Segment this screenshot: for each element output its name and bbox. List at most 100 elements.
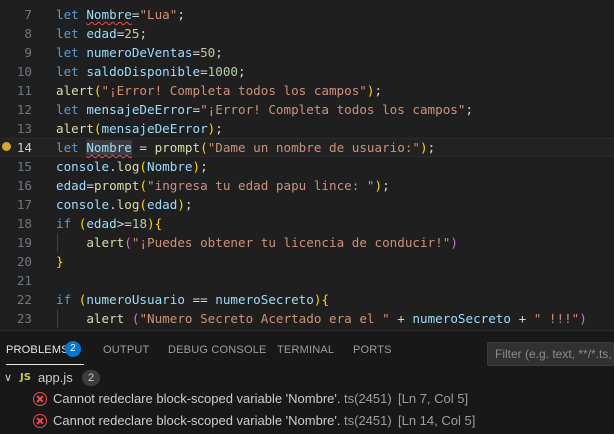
code-token: numeroSecreto — [412, 311, 511, 326]
tab-output[interactable]: OUTPUT — [103, 341, 149, 359]
problem-source: ts(2451) — [344, 391, 392, 406]
code-token: ( — [139, 197, 148, 212]
code-token: = — [86, 178, 94, 193]
code-token: } — [56, 254, 64, 269]
problems-count-badge: 2 — [65, 341, 81, 357]
code-token: let — [56, 64, 87, 79]
tab-debug-console[interactable]: DEBUG CONSOLE — [168, 341, 267, 359]
code-text: if (edad>=18){ — [56, 214, 162, 233]
code-line[interactable]: 13 alert(mensajeDeError); — [0, 119, 614, 138]
line-number: 21 — [16, 273, 32, 288]
code-token: . — [109, 197, 117, 212]
code-token: let — [56, 140, 87, 155]
code-token: console — [56, 197, 110, 212]
code-token: "Dame un nombre de usuario:" — [207, 140, 420, 155]
code-token: 1000 — [207, 64, 239, 79]
code-token: "ingresa tu edad papu lince: " — [147, 178, 375, 193]
code-line[interactable]: 10 let saldoDisponible=1000; — [0, 62, 614, 81]
code-line[interactable]: 12 let mensajeDeError="¡Error! Completa t… — [0, 100, 614, 119]
code-text: let edad=25; — [56, 24, 147, 43]
code-text: let mensajeDeError="¡Error! Completa tod… — [56, 100, 473, 119]
bottom-panel: PROBLEMS 2 OUTPUT DEBUG CONSOLE TERMINAL… — [0, 330, 614, 434]
problem-message: Cannot redeclare block-scoped variable '… — [53, 413, 341, 428]
code-text: } — [56, 252, 64, 271]
code-token: ; — [200, 159, 208, 174]
panel-tabs: PROBLEMS 2 OUTPUT DEBUG CONSOLE TERMINAL… — [0, 331, 614, 367]
code-token: console — [56, 159, 110, 174]
problem-item[interactable]: Cannot redeclare block-scoped variable '… — [0, 388, 614, 410]
code-token: edad — [147, 197, 178, 212]
code-line[interactable]: 16 edad=prompt("ingresa tu edad papu linc… — [0, 176, 614, 195]
line-number: 11 — [16, 83, 32, 98]
code-text: console.log(edad); — [56, 195, 193, 214]
code-text: console.log(Nombre); — [56, 157, 208, 176]
code-token: >= — [116, 216, 132, 231]
code-token: 18 — [131, 216, 148, 231]
error-icon — [33, 392, 47, 406]
code-token: 25 — [124, 26, 140, 41]
code-token: saldoDisponible — [86, 64, 201, 79]
code-token: ) — [420, 140, 428, 155]
code-token: ( — [200, 140, 208, 155]
file-problem-count: 2 — [82, 370, 100, 386]
code-token: = — [200, 64, 208, 79]
code-token: "Numero Secreto Acertado era el " — [139, 311, 390, 326]
tab-problems[interactable]: PROBLEMS 2 — [6, 341, 81, 359]
code-token: 50 — [200, 45, 216, 60]
code-text: edad=prompt("ingresa tu edad papu lince:… — [56, 176, 390, 195]
tab-ports[interactable]: PORTS — [353, 341, 392, 359]
code-token: ( — [139, 159, 148, 174]
code-line[interactable]: 14 let Nombre = prompt("Dame un nombre de… — [0, 138, 614, 157]
code-line[interactable]: 15 console.log(Nombre); — [0, 157, 614, 176]
code-line[interactable]: 23 alert ("Numero Secreto Acertado era e… — [0, 309, 614, 328]
code-line[interactable]: 9 let numeroDeVentas=50; — [0, 43, 614, 62]
code-token: ( — [139, 178, 148, 193]
code-token: numeroSecreto — [215, 292, 314, 307]
problems-filter-input[interactable]: Filter (e.g. text, **/*.ts, !**/node_mod… — [487, 342, 614, 366]
problem-item[interactable]: Cannot redeclare block-scoped variable '… — [0, 410, 614, 432]
problems-file-group[interactable]: ∨ JS app.js 2 — [0, 367, 614, 389]
line-number: 10 — [16, 64, 32, 79]
code-line[interactable]: 17 console.log(edad); — [0, 195, 614, 214]
code-token: Nombre — [86, 7, 132, 22]
code-token: ; — [215, 121, 223, 136]
code-text: alert("¡Error! Completa todos los campos… — [56, 81, 382, 100]
code-token: "¡Puedes obtener tu licencia de conducir… — [131, 235, 451, 250]
line-number: 23 — [16, 311, 32, 326]
code-line[interactable]: 20} — [0, 252, 614, 271]
active-tab-indicator — [6, 364, 84, 365]
code-line[interactable]: 19 alert("¡Puedes obtener tu licencia de… — [0, 233, 614, 252]
line-number: 15 — [16, 159, 32, 174]
code-token: ) — [147, 216, 155, 231]
code-text: if (numeroUsuario == numeroSecreto){ — [56, 290, 329, 309]
code-line[interactable]: 21 — [0, 271, 614, 290]
code-token: ( — [124, 235, 132, 250]
code-token: "¡Error! Completa todos los campos" — [200, 102, 466, 117]
code-token: alert — [56, 121, 94, 136]
code-line[interactable]: 22 if (numeroUsuario == numeroSecreto){ — [0, 290, 614, 309]
code-token: ; — [177, 7, 185, 22]
code-line[interactable]: 18 if (edad>=18){ — [0, 214, 614, 233]
code-editor[interactable]: 7 let Nombre="Lua"; 8 let edad=25; 9 let nume… — [0, 0, 614, 330]
tab-terminal[interactable]: TERMINAL — [277, 341, 334, 359]
code-token: ; — [427, 140, 436, 155]
code-token: { — [321, 292, 330, 307]
line-number: 14 — [16, 140, 32, 155]
code-line[interactable]: 11 alert("¡Error! Completa todos los camp… — [0, 81, 614, 100]
code-token: Nombre — [86, 140, 132, 155]
code-token: "¡Error! Completa todos los campos" — [101, 83, 367, 98]
javascript-file-icon: JS — [20, 372, 31, 383]
code-token: ; — [184, 197, 193, 212]
code-token: alert — [56, 83, 94, 98]
code-token: " !!!" — [533, 311, 580, 326]
code-token: mensajeDeError — [101, 121, 208, 136]
code-token: ) — [450, 235, 458, 250]
code-text: alert(mensajeDeError); — [56, 119, 223, 138]
code-line[interactable]: 8 let edad=25; — [0, 24, 614, 43]
code-token: alert — [86, 311, 132, 326]
code-token: prompt — [93, 178, 140, 193]
tab-problems-label: PROBLEMS — [6, 344, 69, 356]
code-token: ) — [579, 311, 587, 326]
code-line[interactable]: 7 let Nombre="Lua"; — [0, 5, 614, 24]
code-token: + — [510, 311, 534, 326]
